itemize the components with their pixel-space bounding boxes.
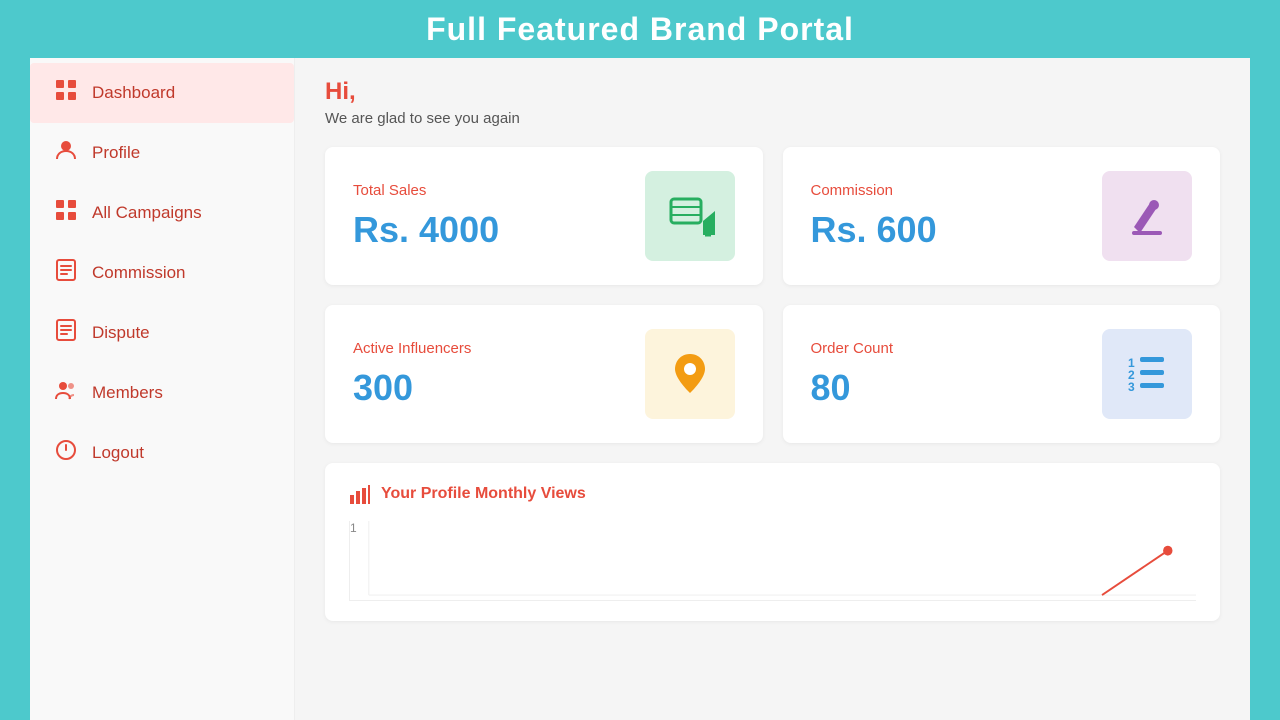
stat-value-influencers: 300 — [353, 367, 471, 409]
sidebar-item-dashboard[interactable]: Dashboard — [30, 63, 294, 123]
sidebar-commission-label: Commission — [92, 263, 186, 283]
stat-card-total-sales: Total Sales Rs. 4000 — [325, 147, 763, 285]
sidebar: Dashboard Profile All Campaigns — [30, 58, 295, 720]
chart-title: Your Profile Monthly Views — [349, 483, 1196, 505]
sidebar-item-logout[interactable]: Logout — [30, 423, 294, 483]
members-icon — [54, 379, 78, 407]
sidebar-item-members[interactable]: Members — [30, 363, 294, 423]
stat-label-commission: Commission — [811, 182, 937, 199]
chart-area: 1 — [349, 521, 1196, 601]
svg-text:3: 3 — [1128, 380, 1135, 394]
stat-icon-order-count: 1 2 3 — [1102, 329, 1192, 419]
sidebar-item-campaigns[interactable]: All Campaigns — [30, 183, 294, 243]
greeting-sub: We are glad to see you again — [325, 110, 1220, 127]
stats-grid: Total Sales Rs. 4000 Commission — [325, 147, 1220, 443]
stat-icon-influencers — [645, 329, 735, 419]
sidebar-logout-label: Logout — [92, 443, 144, 463]
sidebar-item-commission[interactable]: Commission — [30, 243, 294, 303]
stat-info-influencers: Active Influencers 300 — [353, 340, 471, 409]
dispute-icon — [54, 319, 78, 347]
stat-value-order-count: 80 — [811, 367, 894, 409]
sidebar-dashboard-label: Dashboard — [92, 83, 175, 103]
sidebar-item-dispute[interactable]: Dispute — [30, 303, 294, 363]
content-area: Hi, We are glad to see you again Total S… — [295, 58, 1250, 720]
chart-bar-icon — [349, 483, 371, 505]
stat-label-influencers: Active Influencers — [353, 340, 471, 357]
stat-label-total-sales: Total Sales — [353, 182, 499, 199]
profile-icon — [54, 139, 78, 167]
main-container: Dashboard Profile All Campaigns — [30, 58, 1250, 720]
app-title: Full Featured Brand Portal — [426, 11, 854, 48]
stat-icon-total-sales — [645, 171, 735, 261]
chart-title-label: Your Profile Monthly Views — [381, 485, 586, 503]
sidebar-members-label: Members — [92, 383, 163, 403]
stat-label-order-count: Order Count — [811, 340, 894, 357]
greeting-hi: Hi, — [325, 78, 1220, 106]
logout-icon — [54, 439, 78, 467]
stat-info-total-sales: Total Sales Rs. 4000 — [353, 182, 499, 251]
sidebar-profile-label: Profile — [92, 143, 140, 163]
chart-svg — [350, 521, 1196, 600]
stat-info-order-count: Order Count 80 — [811, 340, 894, 409]
sidebar-dispute-label: Dispute — [92, 323, 150, 343]
campaigns-icon — [54, 199, 78, 227]
stat-value-commission: Rs. 600 — [811, 209, 937, 251]
chart-y-label: 1 — [350, 521, 357, 535]
sidebar-campaigns-label: All Campaigns — [92, 203, 202, 223]
stat-card-order-count: Order Count 80 1 2 3 — [783, 305, 1221, 443]
dashboard-icon — [54, 79, 78, 107]
stat-value-total-sales: Rs. 4000 — [353, 209, 499, 251]
sidebar-item-profile[interactable]: Profile — [30, 123, 294, 183]
commission-icon — [54, 259, 78, 287]
app-header: Full Featured Brand Portal — [0, 0, 1280, 58]
chart-card: Your Profile Monthly Views 1 — [325, 463, 1220, 621]
stat-icon-commission — [1102, 171, 1192, 261]
stat-card-commission: Commission Rs. 600 — [783, 147, 1221, 285]
stat-card-influencers: Active Influencers 300 — [325, 305, 763, 443]
stat-info-commission: Commission Rs. 600 — [811, 182, 937, 251]
